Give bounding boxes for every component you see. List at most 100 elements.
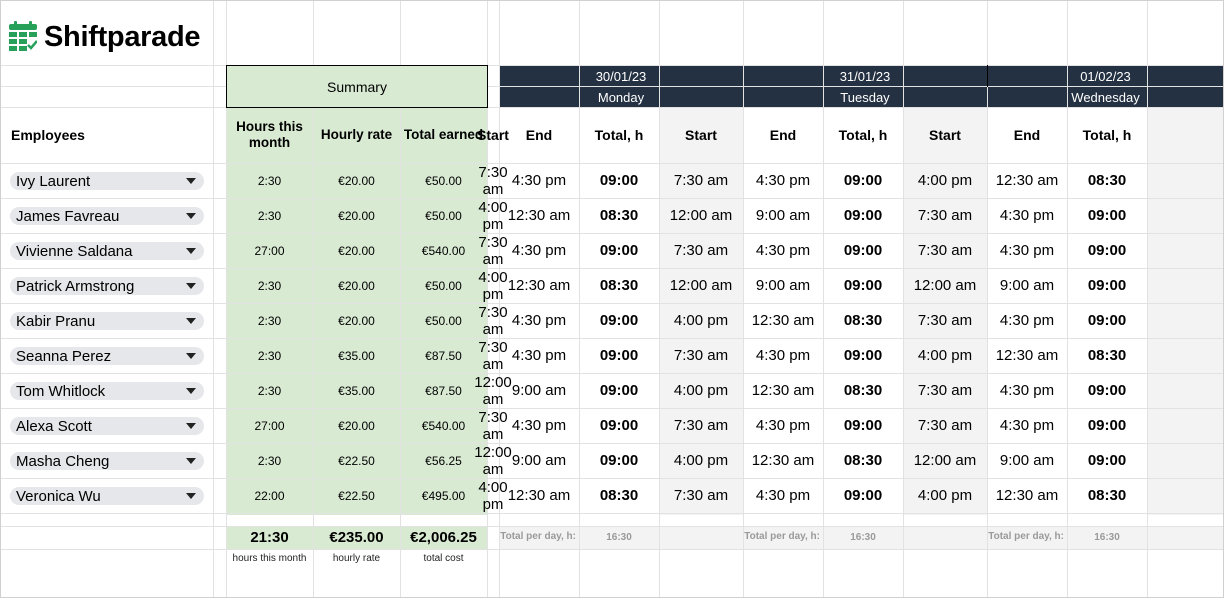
shift-total-cell[interactable]: 09:00 [579, 373, 659, 408]
start-time-cell[interactable]: 7:30 am [659, 408, 743, 443]
shift-total-cell[interactable]: 09:00 [823, 408, 903, 443]
shift-total-cell[interactable]: 09:00 [579, 233, 659, 268]
dropdown-arrow-icon[interactable] [186, 318, 196, 324]
start-time-cell[interactable]: 12:00 am [903, 268, 987, 303]
end-time-cell[interactable]: 4:30 pm [987, 408, 1067, 443]
shift-total-cell[interactable]: 09:00 [579, 408, 659, 443]
dropdown-arrow-icon[interactable] [186, 353, 196, 359]
end-time-cell[interactable]: 4:30 pm [987, 198, 1067, 233]
start-time-cell[interactable]: 7:30 am [903, 408, 987, 443]
rate-cell[interactable]: €20.00 [313, 408, 400, 443]
hours-cell[interactable]: 27:00 [226, 233, 313, 268]
employee-select[interactable]: Seanna Perez [10, 347, 204, 365]
shift-total-cell[interactable]: 09:00 [1067, 408, 1147, 443]
end-time-cell[interactable]: 12:30 am [743, 303, 823, 338]
dropdown-arrow-icon[interactable] [186, 423, 196, 429]
end-time-cell[interactable]: 9:00 am [499, 443, 579, 478]
employee-select[interactable]: Masha Cheng [10, 452, 204, 470]
earned-cell[interactable]: €540.00 [400, 233, 487, 268]
earned-cell[interactable]: €87.50 [400, 338, 487, 373]
shift-total-cell[interactable]: 09:00 [579, 163, 659, 198]
shift-total-cell[interactable]: 09:00 [823, 338, 903, 373]
start-time-cell[interactable]: 7:30 am [903, 303, 987, 338]
shift-total-cell[interactable]: 09:00 [1067, 268, 1147, 303]
end-time-cell[interactable]: 4:30 pm [499, 338, 579, 373]
end-time-cell[interactable]: 9:00 am [743, 198, 823, 233]
end-time-cell[interactable]: 12:30 am [987, 163, 1067, 198]
hours-cell[interactable]: 2:30 [226, 268, 313, 303]
start-time-cell[interactable]: 7:30 am [478, 163, 507, 198]
hours-cell[interactable]: 2:30 [226, 303, 313, 338]
start-time-cell[interactable]: 4:00 pm [903, 163, 987, 198]
end-time-cell[interactable]: 12:30 am [499, 478, 579, 513]
start-time-cell[interactable]: 12:00 am [659, 268, 743, 303]
end-time-cell[interactable]: 12:30 am [987, 338, 1067, 373]
start-time-cell[interactable]: 4:00 pm [659, 443, 743, 478]
end-time-cell[interactable]: 9:00 am [743, 268, 823, 303]
shift-total-cell[interactable]: 08:30 [823, 303, 903, 338]
end-time-cell[interactable]: 4:30 pm [987, 373, 1067, 408]
end-time-cell[interactable]: 9:00 am [987, 443, 1067, 478]
start-time-cell[interactable]: 7:30 am [478, 408, 507, 443]
start-time-cell[interactable]: 7:30 am [903, 198, 987, 233]
hours-cell[interactable]: 2:30 [226, 163, 313, 198]
employee-select[interactable]: Vivienne Saldana [10, 242, 204, 260]
shift-total-cell[interactable]: 08:30 [579, 198, 659, 233]
dropdown-arrow-icon[interactable] [186, 458, 196, 464]
earned-cell[interactable]: €50.00 [400, 268, 487, 303]
shift-total-cell[interactable]: 09:00 [823, 268, 903, 303]
hours-cell[interactable]: 2:30 [226, 443, 313, 478]
shift-total-cell[interactable]: 09:00 [1067, 233, 1147, 268]
employee-select[interactable]: Ivy Laurent [10, 172, 204, 190]
start-time-cell[interactable]: 7:30 am [903, 373, 987, 408]
employee-select[interactable]: Patrick Armstrong [10, 277, 204, 295]
end-time-cell[interactable]: 4:30 pm [499, 163, 579, 198]
start-time-cell[interactable]: 12:00 am [474, 443, 512, 478]
rate-cell[interactable]: €20.00 [313, 268, 400, 303]
shift-total-cell[interactable]: 09:00 [579, 303, 659, 338]
shift-total-cell[interactable]: 08:30 [823, 373, 903, 408]
employee-select[interactable]: Tom Whitlock [10, 382, 204, 400]
end-time-cell[interactable]: 4:30 pm [743, 233, 823, 268]
employee-select[interactable]: Alexa Scott [10, 417, 204, 435]
shift-total-cell[interactable]: 09:00 [823, 478, 903, 513]
earned-cell[interactable]: €495.00 [400, 478, 487, 513]
rate-cell[interactable]: €20.00 [313, 233, 400, 268]
start-time-cell[interactable]: 4:00 pm [903, 338, 987, 373]
end-time-cell[interactable]: 12:30 am [499, 268, 579, 303]
shift-total-cell[interactable]: 08:30 [579, 268, 659, 303]
start-time-cell[interactable]: 4:00 pm [478, 478, 507, 513]
shift-total-cell[interactable]: 09:00 [579, 443, 659, 478]
start-time-cell[interactable]: 7:30 am [659, 233, 743, 268]
end-time-cell[interactable]: 12:30 am [987, 478, 1067, 513]
earned-cell[interactable]: €50.00 [400, 198, 487, 233]
hours-cell[interactable]: 22:00 [226, 478, 313, 513]
start-time-cell[interactable]: 7:30 am [659, 478, 743, 513]
dropdown-arrow-icon[interactable] [186, 388, 196, 394]
start-time-cell[interactable]: 4:00 pm [659, 303, 743, 338]
dropdown-arrow-icon[interactable] [186, 283, 196, 289]
end-time-cell[interactable]: 12:30 am [743, 373, 823, 408]
shift-total-cell[interactable]: 08:30 [1067, 478, 1147, 513]
end-time-cell[interactable]: 4:30 pm [499, 303, 579, 338]
hours-cell[interactable]: 2:30 [226, 198, 313, 233]
shift-total-cell[interactable]: 09:00 [1067, 303, 1147, 338]
earned-cell[interactable]: €50.00 [400, 163, 487, 198]
dropdown-arrow-icon[interactable] [186, 213, 196, 219]
start-time-cell[interactable]: 12:00 am [659, 198, 743, 233]
earned-cell[interactable]: €540.00 [400, 408, 487, 443]
start-time-cell[interactable]: 7:30 am [659, 338, 743, 373]
start-time-cell[interactable]: 12:00 am [474, 373, 512, 408]
shift-total-cell[interactable]: 08:30 [1067, 163, 1147, 198]
shift-total-cell[interactable]: 09:00 [579, 338, 659, 373]
rate-cell[interactable]: €20.00 [313, 198, 400, 233]
shift-total-cell[interactable]: 09:00 [1067, 443, 1147, 478]
end-time-cell[interactable]: 4:30 pm [987, 303, 1067, 338]
rate-cell[interactable]: €35.00 [313, 373, 400, 408]
shift-total-cell[interactable]: 09:00 [823, 233, 903, 268]
shift-total-cell[interactable]: 09:00 [823, 163, 903, 198]
start-time-cell[interactable]: 12:00 am [903, 443, 987, 478]
rate-cell[interactable]: €35.00 [313, 338, 400, 373]
start-time-cell[interactable]: 7:30 am [478, 233, 507, 268]
employee-select[interactable]: James Favreau [10, 207, 204, 225]
